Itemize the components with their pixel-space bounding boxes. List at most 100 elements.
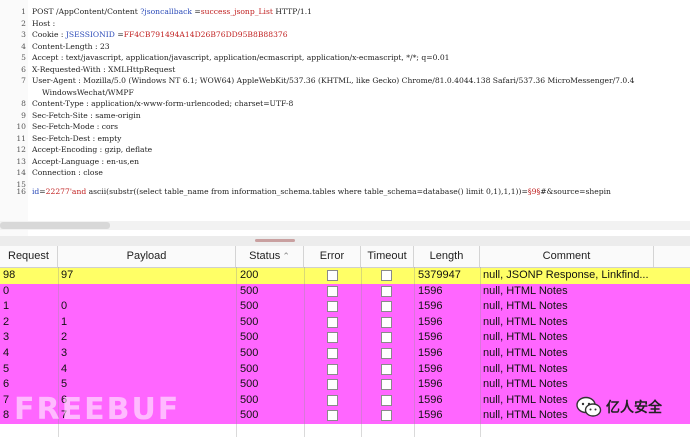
timeout-checkbox[interactable] <box>381 394 392 406</box>
timeout-checkbox[interactable] <box>381 348 392 359</box>
line-text-segment: : application/x-www-form-urlencoded; cha… <box>83 99 294 108</box>
cell-length: 1596 <box>418 284 443 297</box>
cell-request: 0 <box>3 284 10 297</box>
line-text-segment: : en-us,en <box>99 156 139 166</box>
table-row[interactable]: 0 500 1596 null, HTML Notes <box>0 283 690 300</box>
table-row[interactable]: 2 1 500 1596 null, HTML Notes <box>0 314 690 331</box>
column-header-label: Status <box>249 250 281 262</box>
scrollbar-thumb[interactable] <box>0 222 110 229</box>
line-text-segment: X-Requested-With <box>32 64 101 74</box>
error-checkbox[interactable] <box>327 301 338 313</box>
table-header: Request Payload Status ⌃ Error Timeout Length C… <box>0 246 690 268</box>
cell-comment: null, HTML Notes <box>483 378 568 391</box>
error-checkbox[interactable] <box>327 285 338 297</box>
column-separator <box>480 267 481 437</box>
request-line: 6 X-Requested-With : XMLHttpRequest <box>0 64 175 76</box>
cell-payload: 4 <box>61 362 68 375</box>
timeout-checkbox[interactable] <box>381 410 392 422</box>
column-header-label: Payload <box>126 250 167 262</box>
table-row[interactable]: 6 5 500 1596 null, HTML Notes <box>0 377 690 393</box>
cell-comment: null, HTML Notes <box>483 315 568 328</box>
column-header-comment[interactable]: Comment <box>480 246 654 267</box>
line-text-segment: Accept <box>32 53 59 62</box>
line-number: 7 <box>21 76 26 85</box>
line-text-segment: Content-Length <box>32 41 93 51</box>
horizontal-scrollbar[interactable] <box>0 221 690 230</box>
column-header-label: Error <box>319 250 345 262</box>
sort-ascending-icon[interactable]: ⌃ <box>282 251 290 261</box>
error-checkbox[interactable] <box>327 394 338 406</box>
line-text-segment: 22277'and <box>45 187 87 196</box>
request-line: WindowsWechat/WMPF <box>0 87 134 99</box>
cell-request: 2 <box>3 315 10 328</box>
cell-length: 1596 <box>418 393 443 406</box>
line-text-segment: Cookie <box>32 30 59 39</box>
line-text-segment: HTTP/1.1 <box>272 7 312 16</box>
column-header-payload[interactable]: Payload <box>58 246 236 267</box>
line-text-segment: JSESSIONID <box>65 30 115 39</box>
error-checkbox[interactable] <box>327 410 338 422</box>
cell-payload: 2 <box>61 331 68 344</box>
cell-payload: 0 <box>61 300 68 313</box>
timeout-checkbox[interactable] <box>381 332 392 344</box>
cell-length: 1596 <box>418 378 443 391</box>
error-checkbox[interactable] <box>327 332 338 344</box>
table-row[interactable]: 5 4 500 1596 null, HTML Notes <box>0 361 690 378</box>
cell-comment: null, HTML Notes <box>483 331 568 344</box>
column-separator <box>304 267 305 437</box>
column-header-label: Length <box>429 250 464 262</box>
request-line: 10 Sec-Fetch-Mode : cors <box>0 121 118 133</box>
timeout-checkbox[interactable] <box>381 301 392 313</box>
cell-length: 1596 <box>418 347 443 359</box>
cell-payload: 97 <box>61 269 74 281</box>
cell-payload: 3 <box>61 347 68 359</box>
table-row[interactable]: 3 2 500 1596 null, HTML Notes <box>0 330 690 346</box>
line-text-segment: = <box>191 7 201 16</box>
line-number: 3 <box>21 30 26 39</box>
timeout-checkbox[interactable] <box>381 316 392 328</box>
timeout-checkbox[interactable] <box>381 379 392 391</box>
splitter-grip[interactable] <box>255 239 295 242</box>
column-separator <box>361 267 362 437</box>
request-line: 9 Sec-Fetch-Site : same-origin <box>0 110 141 122</box>
error-checkbox[interactable] <box>327 316 338 328</box>
column-header-status[interactable]: Status ⌃ <box>236 246 304 267</box>
cell-payload: 1 <box>61 315 68 328</box>
column-header-timeout[interactable]: Timeout <box>361 246 414 267</box>
request-line: 4 Content-Length : 23 <box>0 41 109 53</box>
error-checkbox[interactable] <box>327 379 338 391</box>
line-text-segment: Sec-Fetch-Dest <box>32 133 91 143</box>
table-row[interactable]: 98 97 200 5379947 null, JSONP Response, Link… <box>0 268 690 284</box>
error-checkbox[interactable] <box>327 270 338 281</box>
cell-length: 1596 <box>418 409 443 422</box>
column-header-length[interactable]: Length <box>414 246 480 267</box>
request-line: 7 User-Agent : Mozilla/5.0 (Windows NT 6.… <box>0 75 634 87</box>
table-row[interactable]: 1 0 500 1596 null, HTML Notes <box>0 299 690 315</box>
watermark-left: FREEBUF <box>14 392 181 427</box>
column-header-request[interactable]: Request <box>0 246 58 267</box>
error-checkbox[interactable] <box>327 348 338 359</box>
timeout-checkbox[interactable] <box>381 363 392 375</box>
column-header-label: Request <box>8 250 49 262</box>
line-number: 14 <box>16 168 26 177</box>
pane-splitter[interactable] <box>0 236 690 246</box>
line-text-segment: Sec-Fetch-Site <box>32 110 88 120</box>
line-number: 4 <box>21 41 26 51</box>
cell-status: 500 <box>240 362 259 375</box>
table-row[interactable]: 4 3 500 1596 null, HTML Notes <box>0 346 690 362</box>
column-header-error[interactable]: Error <box>304 246 361 267</box>
cell-request: 5 <box>3 362 10 375</box>
line-text-segment: FF4CB791494A14D26B76DD95B8B88376 <box>123 30 288 39</box>
request-line: 1 POST /AppContent/Content ?jsoncallback … <box>0 6 312 18</box>
timeout-checkbox[interactable] <box>381 270 392 281</box>
timeout-checkbox[interactable] <box>381 285 392 297</box>
column-header-label: Timeout <box>367 250 407 262</box>
error-checkbox[interactable] <box>327 363 338 375</box>
cell-status: 200 <box>240 269 259 281</box>
request-line: 14 Connection : close <box>0 167 103 179</box>
line-text-segment: : <box>58 30 66 39</box>
cell-payload <box>58 284 236 300</box>
column-separator <box>414 267 415 437</box>
request-editor[interactable]: 1 POST /AppContent/Content ?jsoncallback … <box>0 0 690 236</box>
cell-length: 1596 <box>418 331 443 344</box>
